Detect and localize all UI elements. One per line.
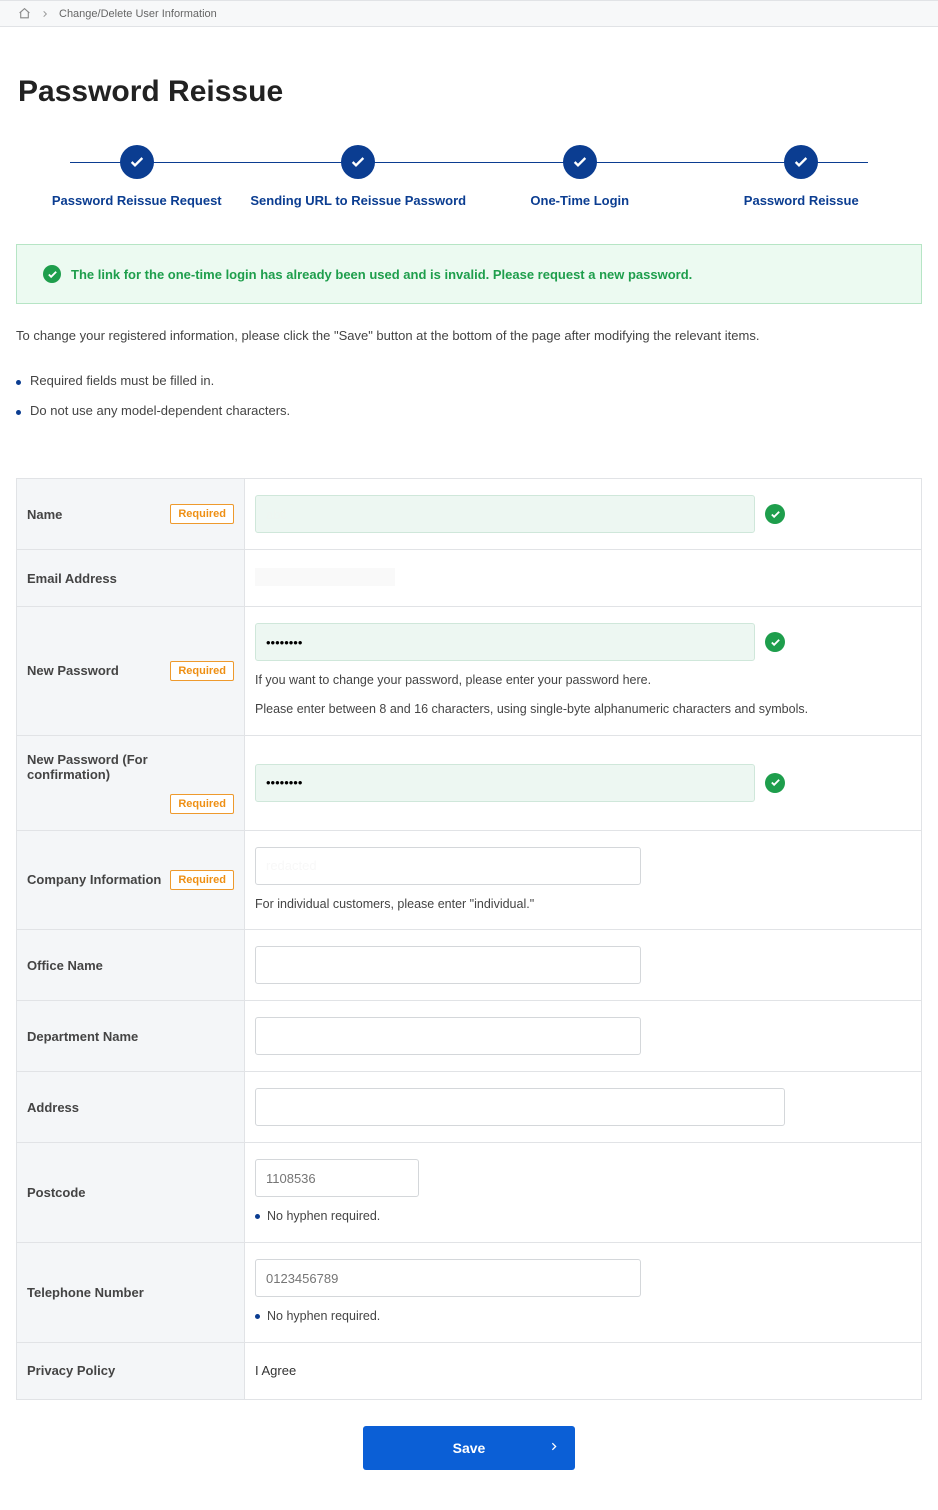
step-label: One-Time Login (530, 193, 629, 208)
field-label: Email Address (27, 571, 117, 586)
privacy-value: I Agree (255, 1363, 296, 1378)
breadcrumb-page[interactable]: Change/Delete User Information (59, 8, 217, 20)
row-privacy: Privacy Policy I Agree (17, 1342, 922, 1399)
office-input[interactable] (255, 946, 641, 984)
alert-text: The link for the one-time login has alre… (71, 267, 692, 282)
step-4: Password Reissue (691, 145, 913, 208)
postcode-help: No hyphen required. (255, 1207, 911, 1226)
chevron-right-icon (41, 10, 49, 18)
check-icon (120, 145, 154, 179)
step-label: Password Reissue Request (52, 193, 222, 208)
row-postcode: Postcode No hyphen required. (17, 1143, 922, 1243)
valid-check-icon (765, 504, 785, 524)
required-badge: Required (170, 504, 234, 524)
field-label: Privacy Policy (27, 1363, 115, 1378)
row-telephone: Telephone Number No hyphen required. (17, 1243, 922, 1343)
alert-invalid-link: The link for the one-time login has alre… (16, 244, 922, 304)
password-help-2: Please enter between 8 and 16 characters… (255, 700, 911, 719)
check-icon (43, 265, 61, 283)
page-title: Password Reissue (18, 75, 922, 109)
email-value (255, 568, 395, 586)
valid-check-icon (765, 773, 785, 793)
rules-list: Required fields must be filled in. Do no… (16, 373, 922, 418)
rule-item: Do not use any model-dependent character… (16, 403, 922, 418)
check-icon (563, 145, 597, 179)
field-label: Telephone Number (27, 1285, 144, 1300)
row-new-password: New Password Required If you want to cha… (17, 607, 922, 736)
row-name: Name Required (17, 479, 922, 550)
field-label: Office Name (27, 958, 103, 973)
save-button[interactable]: Save (363, 1426, 575, 1470)
check-icon (784, 145, 818, 179)
postcode-input[interactable] (255, 1159, 419, 1197)
user-info-form: Name Required Email Address (16, 478, 922, 1400)
password-help-1: If you want to change your password, ple… (255, 671, 911, 690)
required-badge: Required (170, 870, 234, 890)
row-office: Office Name (17, 930, 922, 1001)
name-input[interactable] (255, 495, 755, 533)
breadcrumb: Change/Delete User Information (0, 0, 938, 27)
row-company: Company Information Required For individ… (17, 830, 922, 930)
chevron-right-icon (549, 1439, 559, 1456)
company-input[interactable] (255, 847, 641, 885)
step-3: One-Time Login (469, 145, 691, 208)
department-input[interactable] (255, 1017, 641, 1055)
valid-check-icon (765, 632, 785, 652)
field-label: Address (27, 1100, 79, 1115)
step-label: Sending URL to Reissue Password (250, 193, 466, 208)
field-label: Name (27, 507, 62, 522)
step-2: Sending URL to Reissue Password (248, 145, 470, 208)
field-label: Department Name (27, 1029, 138, 1044)
stepper: Password Reissue Request Sending URL to … (26, 145, 912, 208)
field-label: Postcode (27, 1185, 86, 1200)
telephone-help: No hyphen required. (255, 1307, 911, 1326)
company-help: For individual customers, please enter "… (255, 895, 911, 914)
rule-item: Required fields must be filled in. (16, 373, 922, 388)
field-label: New Password (For confirmation) (27, 752, 234, 782)
address-input[interactable] (255, 1088, 785, 1126)
step-label: Password Reissue (744, 193, 859, 208)
save-button-label: Save (453, 1440, 486, 1456)
row-email: Email Address (17, 550, 922, 607)
row-new-password-confirm: New Password (For confirmation) Required (17, 735, 922, 830)
new-password-confirm-input[interactable] (255, 764, 755, 802)
row-department: Department Name (17, 1001, 922, 1072)
field-label: Company Information (27, 872, 161, 887)
telephone-input[interactable] (255, 1259, 641, 1297)
intro-text: To change your registered information, p… (16, 328, 922, 343)
row-address: Address (17, 1072, 922, 1143)
required-badge: Required (170, 794, 234, 814)
check-icon (341, 145, 375, 179)
new-password-input[interactable] (255, 623, 755, 661)
field-label: New Password (27, 663, 119, 678)
home-icon[interactable] (18, 7, 31, 20)
required-badge: Required (170, 661, 234, 681)
step-1: Password Reissue Request (26, 145, 248, 208)
